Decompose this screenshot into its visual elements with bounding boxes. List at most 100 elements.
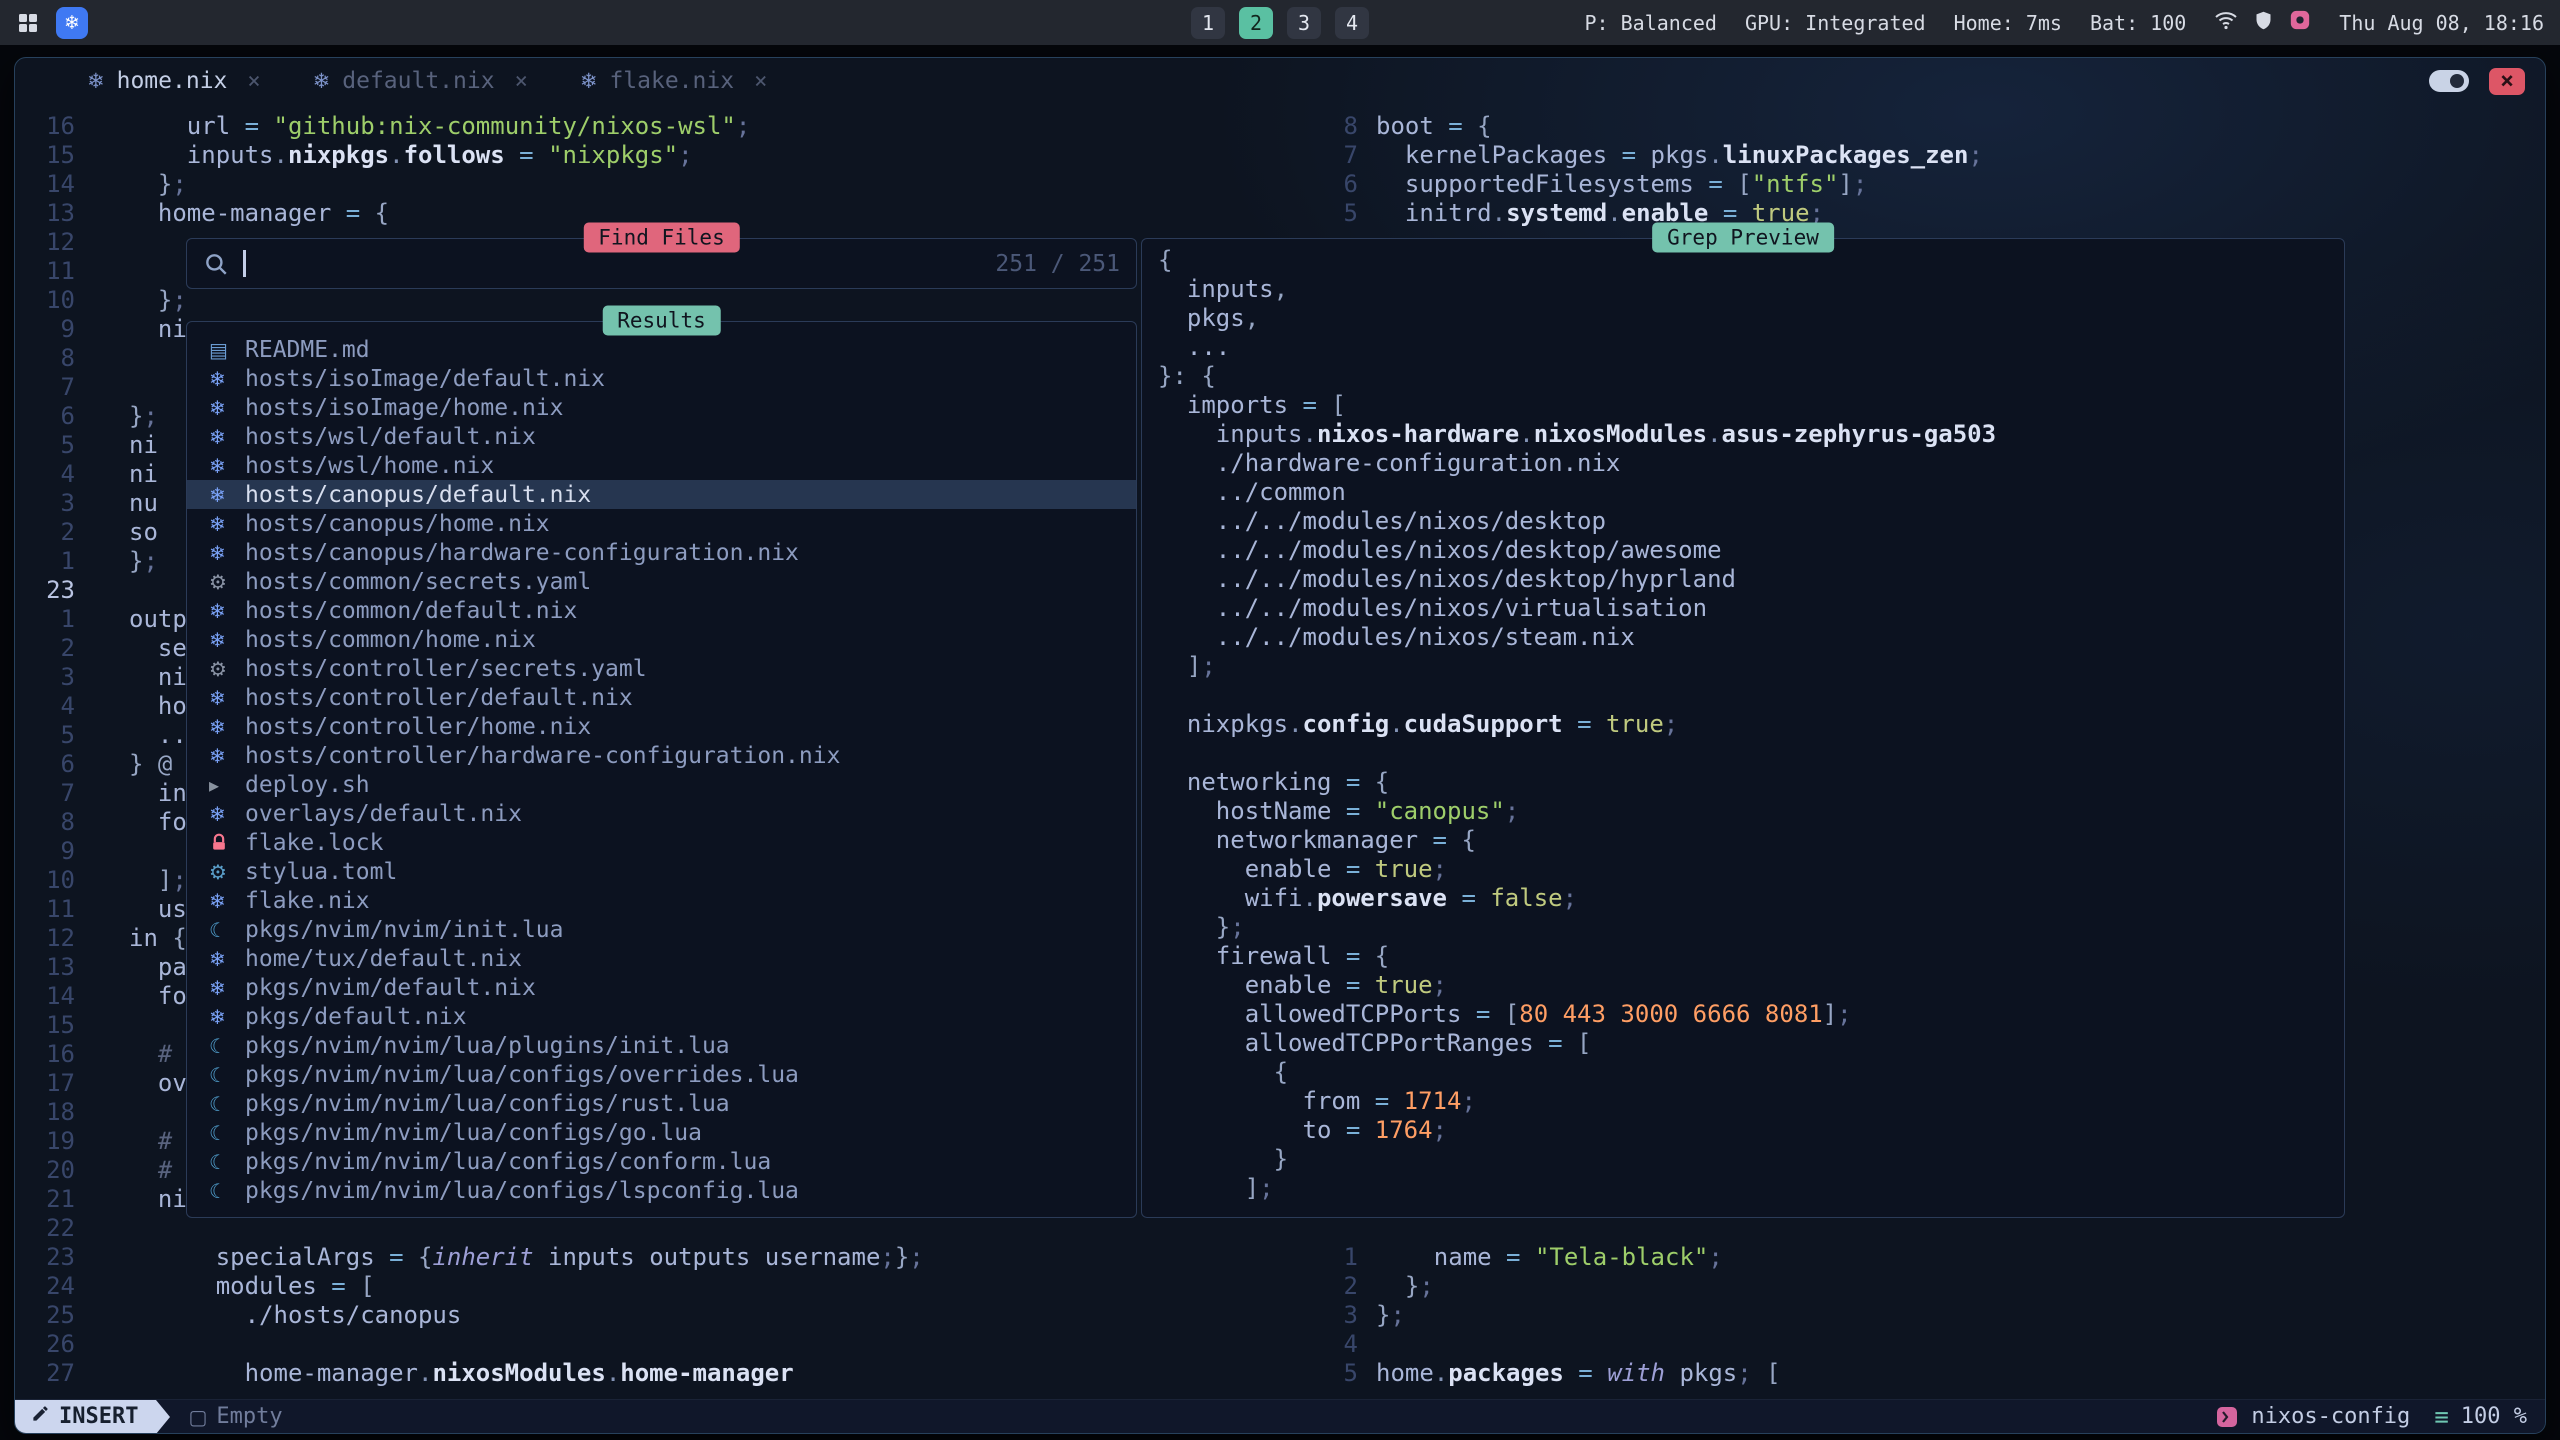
line-number: 15: [15, 141, 75, 170]
tab-label: flake.nix: [609, 68, 734, 94]
line-number: 1: [15, 605, 75, 634]
workspace-button-4[interactable]: 4: [1335, 7, 1369, 39]
code-text: [75, 576, 129, 605]
result-item[interactable]: ☾pkgs/nvim/nvim/lua/configs/conform.lua: [187, 1147, 1136, 1176]
code-text: kernelPackages = pkgs.linuxPackages_zen;: [1358, 141, 1983, 170]
result-label: pkgs/nvim/nvim/lua/configs/go.lua: [245, 1120, 702, 1146]
code-text: ho: [75, 692, 187, 721]
result-item[interactable]: ❄flake.nix: [187, 886, 1136, 915]
line-number: 24: [15, 1272, 75, 1301]
result-item[interactable]: ☾pkgs/nvim/nvim/init.lua: [187, 915, 1136, 944]
result-item[interactable]: ☾pkgs/nvim/nvim/lua/configs/go.lua: [187, 1118, 1136, 1147]
result-item[interactable]: ❄home/tux/default.nix: [187, 944, 1136, 973]
code-text: #: [75, 1040, 172, 1069]
text-cursor: [243, 250, 246, 277]
result-item[interactable]: ❄overlays/default.nix: [187, 799, 1136, 828]
result-label: overlays/default.nix: [245, 801, 522, 827]
result-item[interactable]: ❄hosts/controller/home.nix: [187, 712, 1136, 741]
code-line: 15 inputs.nixpkgs.follows = "nixpkgs";: [15, 141, 1298, 170]
code-text: boot = {: [1358, 112, 1492, 141]
result-item[interactable]: ▤README.md: [187, 335, 1136, 364]
code-line: 16 url = "github:nix-community/nixos-wsl…: [15, 112, 1298, 141]
result-item[interactable]: ❄hosts/controller/hardware-configuration…: [187, 741, 1136, 770]
tab-default.nix[interactable]: ❄default.nix×: [313, 68, 528, 94]
tab-close-icon[interactable]: ×: [515, 69, 528, 94]
apps-grid-icon[interactable]: [16, 11, 40, 35]
result-item[interactable]: ⚙hosts/controller/secrets.yaml: [187, 654, 1136, 683]
result-item[interactable]: ❄hosts/canopus/home.nix: [187, 509, 1136, 538]
results-list[interactable]: ▤README.md❄hosts/isoImage/default.nix❄ho…: [187, 322, 1136, 1217]
result-item[interactable]: ❄hosts/canopus/hardware-configuration.ni…: [187, 538, 1136, 567]
wifi-icon[interactable]: [2214, 8, 2238, 37]
code-text: nu: [75, 489, 158, 518]
result-label: hosts/isoImage/home.nix: [245, 395, 564, 421]
topbar-left: ❄: [16, 7, 88, 39]
code-line: 6 supportedFilesystems = ["ntfs"];: [1298, 170, 2545, 199]
project-name: nixos-config: [2251, 1404, 2410, 1429]
result-item[interactable]: ❄hosts/isoImage/default.nix: [187, 364, 1136, 393]
result-item[interactable]: ☾pkgs/nvim/nvim/lua/configs/overrides.lu…: [187, 1060, 1136, 1089]
result-item[interactable]: ❄hosts/controller/default.nix: [187, 683, 1136, 712]
clock-module[interactable]: Thu Aug 08, 18:16: [2339, 11, 2544, 35]
code-line: [1298, 1214, 2545, 1243]
mode-indicator: INSERT: [15, 1400, 156, 1433]
line-number: 11: [15, 257, 75, 286]
result-item[interactable]: ⚙hosts/common/secrets.yaml: [187, 567, 1136, 596]
result-label: hosts/common/home.nix: [245, 627, 536, 653]
result-item[interactable]: ⚙stylua.toml: [187, 857, 1136, 886]
nix-file-icon: ❄: [580, 69, 598, 93]
results-popup: Results ▤README.md❄hosts/isoImage/defaul…: [186, 321, 1137, 1218]
scroll-progress: 100 %: [2461, 1404, 2527, 1429]
result-item[interactable]: ❄hosts/isoImage/home.nix: [187, 393, 1136, 422]
line-number: 2: [15, 518, 75, 547]
nix-icon: ❄: [209, 396, 245, 420]
result-item[interactable]: ❄hosts/wsl/home.nix: [187, 451, 1136, 480]
result-item[interactable]: ☾pkgs/nvim/nvim/lua/configs/lspconfig.lu…: [187, 1176, 1136, 1205]
code-text: [75, 257, 129, 286]
result-item[interactable]: flake.lock: [187, 828, 1136, 857]
launcher-badge[interactable]: ❄: [56, 7, 88, 39]
result-item[interactable]: ❄hosts/common/home.nix: [187, 625, 1136, 654]
preview-line: from = 1714;: [1158, 1087, 2344, 1116]
result-item[interactable]: ❄hosts/canopus/default.nix: [187, 480, 1136, 509]
line-number: 13: [15, 199, 75, 228]
preview-line: [1158, 739, 2344, 768]
result-label: hosts/canopus/home.nix: [245, 511, 550, 537]
result-item[interactable]: ❄hosts/wsl/default.nix: [187, 422, 1136, 451]
workspace-button-3[interactable]: 3: [1287, 7, 1321, 39]
result-item[interactable]: ❄pkgs/default.nix: [187, 1002, 1136, 1031]
result-item[interactable]: ▸deploy.sh: [187, 770, 1136, 799]
line-number: 3: [15, 663, 75, 692]
tab-close-icon[interactable]: ×: [247, 69, 260, 94]
lock-icon: [209, 833, 245, 853]
result-label: hosts/wsl/default.nix: [245, 424, 536, 450]
result-item[interactable]: ☾pkgs/nvim/nvim/lua/plugins/init.lua: [187, 1031, 1136, 1060]
result-item[interactable]: ❄hosts/common/default.nix: [187, 596, 1136, 625]
workspace-button-2[interactable]: 2: [1239, 7, 1273, 39]
result-item[interactable]: ❄pkgs/nvim/default.nix: [187, 973, 1136, 1002]
editor-area[interactable]: 16 url = "github:nix-community/nixos-wsl…: [15, 104, 2545, 1399]
lua-icon: ☾: [209, 1034, 245, 1058]
code-text: modules = [: [75, 1272, 375, 1301]
lua-icon: ☾: [209, 1150, 245, 1174]
result-label: pkgs/default.nix: [245, 1004, 467, 1030]
nix-file-icon: ❄: [313, 69, 331, 93]
toggle-button[interactable]: [2429, 70, 2469, 92]
line-number: 8: [15, 344, 75, 373]
workspace-button-1[interactable]: 1: [1191, 7, 1225, 39]
shield-icon[interactable]: [2253, 10, 2274, 36]
result-label: flake.nix: [245, 888, 370, 914]
preview-line: nixpkgs.config.cudaSupport = true;: [1158, 710, 2344, 739]
tab-home.nix[interactable]: ❄home.nix×: [87, 68, 261, 94]
result-item[interactable]: ☾pkgs/nvim/nvim/lua/configs/rust.lua: [187, 1089, 1136, 1118]
result-label: flake.lock: [245, 830, 383, 856]
result-label: hosts/common/secrets.yaml: [245, 569, 591, 595]
preview-line: inputs,: [1158, 275, 2344, 304]
result-label: pkgs/nvim/nvim/lua/configs/rust.lua: [245, 1091, 730, 1117]
tab-close-icon[interactable]: ×: [754, 69, 767, 94]
pink-indicator-icon[interactable]: [2289, 9, 2311, 36]
tab-flake.nix[interactable]: ❄ flake.nix ×: [580, 68, 767, 94]
window-close-button[interactable]: ×: [2489, 68, 2525, 95]
line-number: 18: [15, 1098, 75, 1127]
line-number: 25: [15, 1301, 75, 1330]
